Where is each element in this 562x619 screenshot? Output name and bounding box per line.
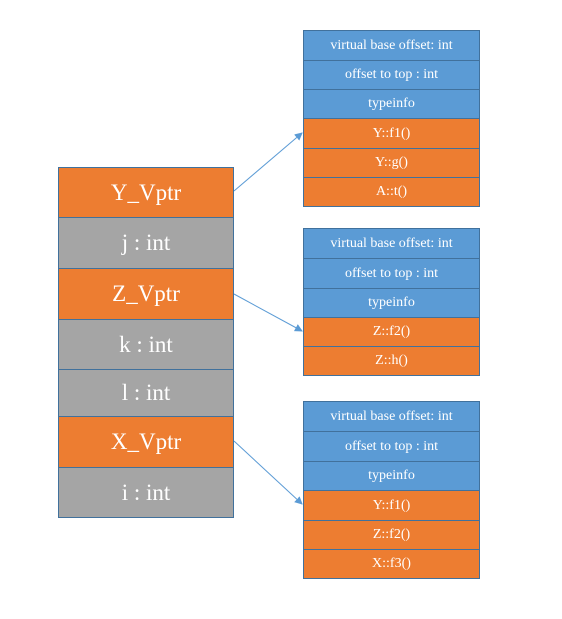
diagram: Y_Vptr j : int Z_Vptr k : int l : int X_… (0, 0, 562, 619)
layout-cell-i: i : int (58, 467, 234, 518)
vtable-entry: Z::h() (303, 346, 480, 376)
vtable-entry: virtual base offset: int (303, 30, 480, 61)
layout-cell-z-vptr: Z_Vptr (58, 268, 234, 320)
arrow-x-vptr (233, 440, 303, 505)
vtable-entry: A::t() (303, 177, 480, 207)
vtable-entry: typeinfo (303, 89, 480, 119)
arrow-z-vptr (233, 293, 303, 332)
layout-cell-y-vptr: Y_Vptr (58, 167, 234, 218)
arrow-y-vptr (233, 132, 303, 192)
vtable-entry: Z::f2() (303, 317, 480, 347)
vtable-entry: virtual base offset: int (303, 228, 480, 259)
vtable-entry: Y::f1() (303, 490, 480, 521)
vtable-entry: virtual base offset: int (303, 401, 480, 432)
vtable-entry: typeinfo (303, 461, 480, 491)
layout-cell-x-vptr: X_Vptr (58, 416, 234, 468)
vtable-entry: Y::g() (303, 148, 480, 178)
vtable-entry: Y::f1() (303, 118, 480, 149)
vtable-entry: offset to top : int (303, 60, 480, 90)
vtable-entry: Z::f2() (303, 520, 480, 550)
layout-cell-k: k : int (58, 319, 234, 370)
layout-cell-l: l : int (58, 369, 234, 417)
vtable-entry: X::f3() (303, 549, 480, 579)
layout-cell-j: j : int (58, 217, 234, 269)
vtable-entry: offset to top : int (303, 431, 480, 462)
vtable-entry: offset to top : int (303, 258, 480, 289)
vtable-entry: typeinfo (303, 288, 480, 318)
